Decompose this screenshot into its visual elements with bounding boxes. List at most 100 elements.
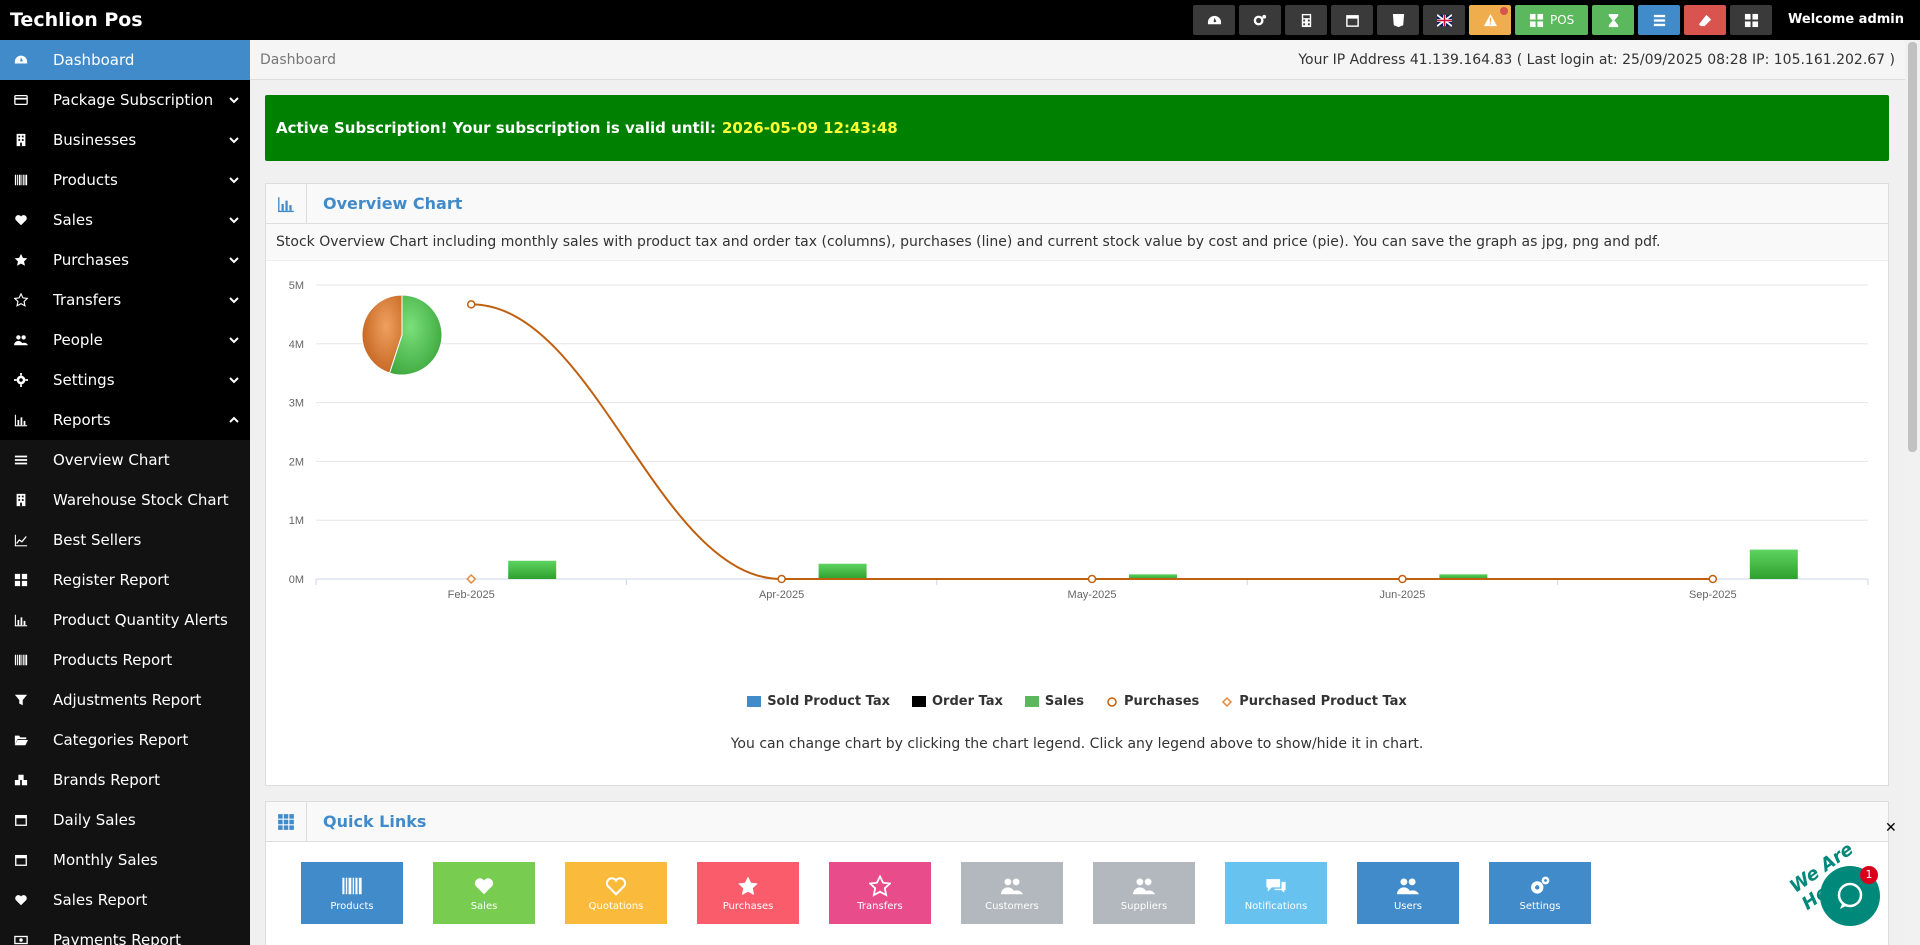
sidebar: Dashboard Package Subscription Businesses P… (0, 40, 250, 945)
calendar-icon[interactable] (1331, 5, 1373, 35)
quick-link-quotations[interactable]: Quotations (565, 862, 667, 924)
sidebar-item-transfers[interactable]: Transfers (0, 280, 250, 320)
chart-area: 0M 1M 2M 3M 4M 5M Feb-2025 Apr-2025 May-2025 Jun-… (266, 261, 1888, 681)
quick-link-users[interactable]: Users (1357, 862, 1459, 924)
chart-note: You can change chart by clicking the cha… (730, 736, 1424, 752)
overview-chart-panel: Overview Chart Stock Overview Chart incl… (265, 183, 1889, 786)
x-tick-label: May-2025 (1068, 589, 1117, 601)
sidebar-item-sales[interactable]: Sales (0, 200, 250, 240)
chevron-down-icon (229, 377, 239, 384)
quick-link-sales[interactable]: Sales (433, 862, 535, 924)
sidebar-item-monthly-sales[interactable]: Monthly Sales (0, 840, 250, 880)
legend-item[interactable]: Sales (1024, 694, 1084, 709)
sidebar-item-payments-report[interactable]: Payments Report (0, 920, 250, 945)
sidebar-item-adjustments-report[interactable]: Adjustments Report (0, 680, 250, 720)
sidebar-item-products-report[interactable]: Products Report (0, 640, 250, 680)
quick-link-transfers[interactable]: Transfers (829, 862, 931, 924)
star-outline-icon (869, 874, 891, 897)
sidebar-item-register-report[interactable]: Register Report (0, 560, 250, 600)
quick-link-label: Transfers (857, 900, 903, 912)
breadcrumb-current: Dashboard (260, 51, 336, 68)
users-icon (1397, 877, 1419, 894)
sidebar-item-daily-sales[interactable]: Daily Sales (0, 800, 250, 840)
purchases-point (466, 300, 476, 309)
star-icon (11, 253, 31, 267)
ip-info: Your IP Address 41.139.164.83 ( Last log… (1298, 51, 1895, 68)
quick-link-products[interactable]: Products (301, 862, 403, 924)
x-tick-label: Feb-2025 (448, 589, 495, 601)
sidebar-item-label: Sales Report (53, 891, 148, 909)
sidebar-item-label: Daily Sales (53, 811, 136, 829)
legend-swatch (1024, 696, 1039, 707)
quick-link-suppliers[interactable]: Suppliers (1093, 862, 1195, 924)
pos-button[interactable]: POS (1515, 5, 1589, 35)
top-toolbar: POS (1193, 5, 1773, 35)
sidebar-item-reports[interactable]: Reports (0, 400, 250, 440)
legend-item[interactable]: Purchased Product Tax (1221, 694, 1407, 709)
list-icon[interactable] (1638, 5, 1681, 35)
th-large-icon (11, 573, 31, 587)
sidebar-item-businesses[interactable]: Businesses (0, 120, 250, 160)
chevron-down-icon (229, 337, 239, 344)
calculator-icon[interactable] (1285, 5, 1327, 35)
chat-close-icon[interactable]: ✕ (1885, 820, 1897, 836)
sidebar-item-label: Monthly Sales (53, 851, 158, 869)
sidebar-item-people[interactable]: People (0, 320, 250, 360)
sidebar-item-products[interactable]: Products (0, 160, 250, 200)
chevron-down-icon (229, 137, 239, 144)
sidebar-item-label: Products (53, 171, 118, 189)
legend-item[interactable]: Sold Product Tax (747, 694, 890, 709)
brand-logo[interactable]: Techlion Pos (0, 9, 250, 31)
sidebar-item-label: Transfers (53, 291, 122, 309)
quick-link-customers[interactable]: Customers (961, 862, 1063, 924)
y-tick-label: 1M (289, 515, 304, 527)
sidebar-item-package-subscription[interactable]: Package Subscription (0, 80, 250, 120)
legend-label: Purchased Product Tax (1239, 694, 1407, 709)
sidebar-item-sales-report[interactable]: Sales Report (0, 880, 250, 920)
settings-cogs-icon[interactable] (1239, 5, 1281, 35)
sidebar-item-best-sellers[interactable]: Best Sellers (0, 520, 250, 560)
eraser-icon[interactable] (1684, 5, 1727, 35)
sidebar-item-settings[interactable]: Settings (0, 360, 250, 400)
sidebar-item-warehouse-stock-chart[interactable]: Warehouse Stock Chart (0, 480, 250, 520)
sidebar-item-product-quantity-alerts[interactable]: Product Quantity Alerts (0, 600, 250, 640)
quick-link-settings[interactable]: Settings (1489, 862, 1591, 924)
sidebar-item-dashboard[interactable]: Dashboard (0, 40, 250, 80)
sidebar-item-label: Products Report (53, 651, 173, 669)
quick-link-notifications[interactable]: Notifications (1225, 862, 1327, 924)
y-tick-label: 3M (289, 398, 304, 410)
users-icon (1001, 877, 1023, 894)
barcode-icon (342, 877, 362, 894)
sidebar-item-purchases[interactable]: Purchases (0, 240, 250, 280)
comments-icon (1266, 878, 1286, 893)
alert-icon[interactable] (1469, 5, 1511, 35)
html5-icon[interactable] (1377, 5, 1419, 35)
users-icon (11, 333, 31, 347)
barcode-icon (11, 653, 31, 667)
sidebar-item-label: Brands Report (53, 771, 160, 789)
bar-chart-icon (266, 183, 307, 224)
welcome-user[interactable]: Welcome admin (1788, 12, 1904, 27)
dashboard-icon[interactable] (1193, 5, 1235, 35)
grid-icon[interactable] (1730, 5, 1773, 35)
scrollbar-thumb[interactable] (1908, 42, 1917, 452)
legend-item[interactable]: Purchases (1106, 694, 1199, 709)
sidebar-item-label: Warehouse Stock Chart (53, 491, 229, 509)
purchases-point (777, 574, 786, 584)
sidebar-item-brands-report[interactable]: Brands Report (0, 760, 250, 800)
page-scrollbar[interactable] (1905, 40, 1920, 945)
legend-label: Sold Product Tax (767, 694, 890, 709)
quick-link-purchases[interactable]: Purchases (697, 862, 799, 924)
legend-item[interactable]: Order Tax (912, 694, 1003, 709)
hourglass-icon[interactable] (1592, 5, 1635, 35)
sidebar-item-overview-chart[interactable]: Overview Chart (0, 440, 250, 480)
y-tick-label: 0M (289, 574, 304, 586)
building-icon (11, 493, 31, 507)
purchases-point (1708, 574, 1718, 584)
purchases-point (1398, 574, 1407, 584)
uk-flag-icon[interactable] (1423, 5, 1465, 35)
sidebar-item-categories-report[interactable]: Categories Report (0, 720, 250, 760)
panel-title: Overview Chart (323, 194, 463, 213)
chevron-down-icon (229, 297, 239, 304)
sidebar-item-label: Payments Report (53, 931, 181, 945)
